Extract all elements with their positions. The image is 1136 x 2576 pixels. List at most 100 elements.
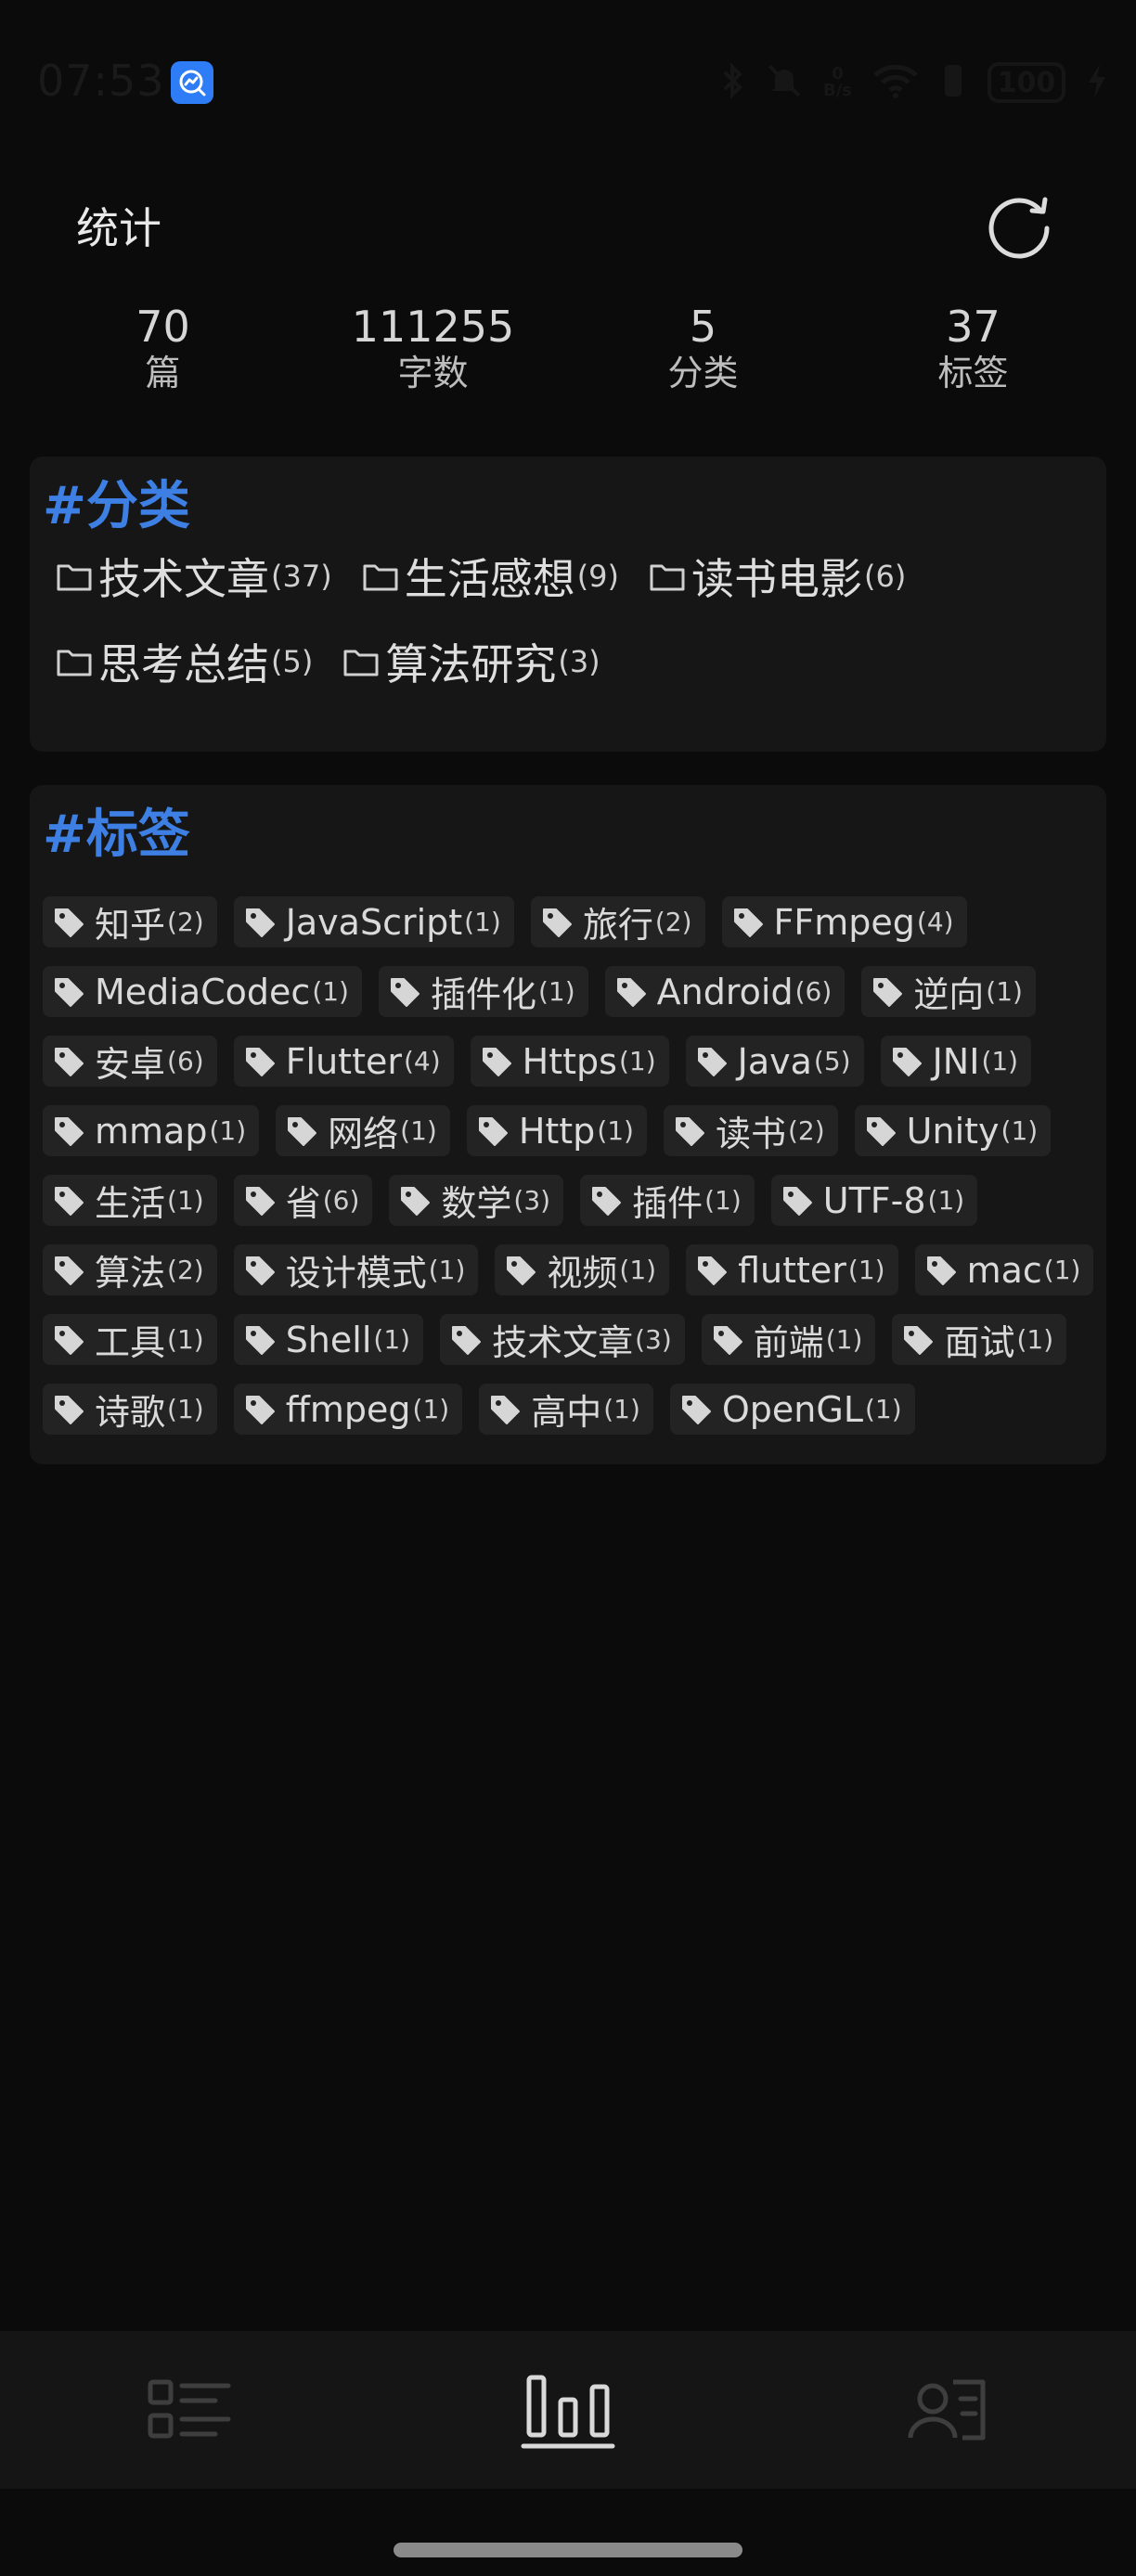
nav-profile[interactable] bbox=[757, 2331, 1136, 2489]
tag-chip[interactable]: 知乎 (2) bbox=[43, 896, 217, 947]
tag-chip[interactable]: 工具 (1) bbox=[43, 1314, 217, 1365]
tag-name: 视频 bbox=[547, 1253, 618, 1294]
tag-chip[interactable]: Android (6) bbox=[604, 966, 846, 1017]
tag-chip[interactable]: 插件 (1) bbox=[580, 1175, 755, 1226]
tag-count: (2) bbox=[654, 907, 692, 937]
tag-chip[interactable]: 前端 (1) bbox=[701, 1314, 876, 1365]
tag-name: 网络 bbox=[328, 1114, 399, 1154]
tag-chip[interactable]: 插件化 (1) bbox=[378, 966, 588, 1017]
tag-chip[interactable]: OpenGL (1) bbox=[669, 1384, 915, 1435]
tag-icon bbox=[55, 1395, 84, 1424]
categories-title: #分类 bbox=[43, 476, 190, 536]
tag-chip[interactable]: 高中 (1) bbox=[479, 1384, 653, 1435]
tag-name: Shell bbox=[285, 1319, 372, 1360]
tag-chip[interactable]: UTF-8 (1) bbox=[770, 1175, 978, 1226]
category-item[interactable]: 生活感想 (9) bbox=[362, 547, 619, 605]
tag-count: (5) bbox=[813, 1046, 851, 1076]
tag-chip[interactable]: 设计模式 (1) bbox=[233, 1244, 479, 1295]
tag-count: (1) bbox=[704, 1185, 742, 1216]
tag-name: mac bbox=[966, 1249, 1042, 1291]
category-count: (3) bbox=[558, 644, 600, 679]
tag-chip[interactable]: JNI (1) bbox=[880, 1036, 1032, 1087]
tag-name: 安卓 bbox=[95, 1044, 166, 1085]
tag-icon bbox=[245, 908, 275, 937]
tag-chip[interactable]: MediaCodec (1) bbox=[43, 966, 362, 1017]
tag-chip[interactable]: 技术文章 (3) bbox=[440, 1314, 685, 1365]
tag-chip[interactable]: flutter (1) bbox=[686, 1244, 898, 1295]
mute-bell-icon bbox=[766, 62, 803, 103]
stat-word-count: 111255 字数 bbox=[298, 302, 568, 404]
tag-name: 高中 bbox=[531, 1392, 602, 1433]
nav-statistics[interactable] bbox=[379, 2331, 757, 2489]
tag-name: Https bbox=[522, 1040, 617, 1082]
tags-card: #标签 知乎 (2) JavaScript (1) 旅行 (2) FFmpeg (4) Medi… bbox=[30, 785, 1106, 1464]
tag-icon bbox=[892, 1047, 922, 1076]
charging-icon bbox=[1086, 62, 1108, 103]
tag-count: (1) bbox=[986, 976, 1023, 1007]
category-item[interactable]: 算法研究 (3) bbox=[342, 633, 600, 690]
tag-chip[interactable]: mmap (1) bbox=[43, 1105, 260, 1156]
tag-count: (1) bbox=[428, 1255, 466, 1285]
category-count: (9) bbox=[576, 559, 620, 594]
stat-categories: 5 分类 bbox=[568, 302, 838, 404]
tag-icon bbox=[245, 1256, 275, 1285]
tag-chip[interactable]: 诗歌 (1) bbox=[43, 1384, 217, 1435]
tag-count: (4) bbox=[404, 1046, 441, 1076]
tag-count: (2) bbox=[167, 907, 204, 937]
tag-chip[interactable]: 安卓 (6) bbox=[43, 1036, 217, 1087]
tag-icon bbox=[55, 1047, 84, 1076]
tag-chip[interactable]: 省 (6) bbox=[233, 1175, 373, 1226]
tag-name: 读书 bbox=[715, 1114, 786, 1154]
stat-label: 篇 bbox=[145, 353, 181, 393]
list-icon bbox=[148, 2379, 231, 2439]
tag-chip[interactable]: 读书 (2) bbox=[663, 1105, 838, 1156]
tag-chip[interactable]: Http (1) bbox=[466, 1105, 647, 1156]
tag-chip[interactable]: 逆向 (1) bbox=[861, 966, 1036, 1017]
refresh-button[interactable] bbox=[982, 184, 1060, 262]
tag-count: (1) bbox=[373, 1324, 411, 1355]
tag-chip[interactable]: Shell (1) bbox=[233, 1314, 424, 1365]
tag-count: (1) bbox=[1016, 1324, 1054, 1355]
tag-chip[interactable]: mac (1) bbox=[914, 1244, 1094, 1295]
tag-count: (1) bbox=[618, 1046, 656, 1076]
status-icons: 0 B/s 100 bbox=[721, 58, 1108, 108]
tag-icon bbox=[782, 1186, 812, 1216]
tag-chip[interactable]: 旅行 (2) bbox=[530, 896, 705, 947]
tag-chip[interactable]: Flutter (4) bbox=[233, 1036, 454, 1087]
tag-chip[interactable]: 面试 (1) bbox=[892, 1314, 1067, 1365]
tag-chip[interactable]: Java (5) bbox=[685, 1036, 864, 1087]
tag-chip[interactable]: 网络 (1) bbox=[276, 1105, 450, 1156]
tag-icon bbox=[245, 1395, 275, 1424]
tag-icon bbox=[55, 1325, 84, 1355]
stat-tags: 37 标签 bbox=[838, 302, 1108, 404]
stat-value: 37 bbox=[946, 302, 1000, 352]
tag-name: Unity bbox=[906, 1110, 1000, 1152]
tag-count: (6) bbox=[167, 1046, 204, 1076]
tag-name: 工具 bbox=[95, 1322, 166, 1363]
tag-icon bbox=[55, 977, 84, 1007]
tag-chip[interactable]: ffmpeg (1) bbox=[233, 1384, 463, 1435]
tag-chip[interactable]: 视频 (1) bbox=[495, 1244, 670, 1295]
bottom-navigation bbox=[0, 2331, 1136, 2489]
home-indicator[interactable] bbox=[394, 2543, 742, 2557]
category-item[interactable]: 读书电影 (6) bbox=[649, 547, 906, 605]
stat-label: 分类 bbox=[667, 353, 739, 393]
tag-chip[interactable]: Unity (1) bbox=[854, 1105, 1052, 1156]
tag-name: 插件化 bbox=[430, 974, 536, 1015]
tag-chip[interactable]: FFmpeg (4) bbox=[721, 896, 967, 947]
tag-chip[interactable]: 数学 (3) bbox=[389, 1175, 564, 1226]
tag-chip[interactable]: 生活 (1) bbox=[43, 1175, 217, 1226]
tag-count: (6) bbox=[322, 1185, 360, 1216]
net-speed: 0 B/s bbox=[823, 66, 852, 99]
nav-articles[interactable] bbox=[0, 2331, 379, 2489]
tag-chip[interactable]: 算法 (2) bbox=[43, 1244, 217, 1295]
category-count: (5) bbox=[271, 644, 314, 679]
tag-name: Flutter bbox=[285, 1040, 402, 1082]
category-item[interactable]: 技术文章 (37) bbox=[56, 547, 332, 605]
tag-chip[interactable]: Https (1) bbox=[470, 1036, 669, 1087]
tag-icon bbox=[681, 1395, 711, 1424]
tag-icon bbox=[401, 1186, 431, 1216]
tag-chip[interactable]: JavaScript (1) bbox=[233, 896, 514, 947]
category-item[interactable]: 思考总结 (5) bbox=[56, 633, 313, 690]
folder-icon bbox=[363, 564, 398, 591]
